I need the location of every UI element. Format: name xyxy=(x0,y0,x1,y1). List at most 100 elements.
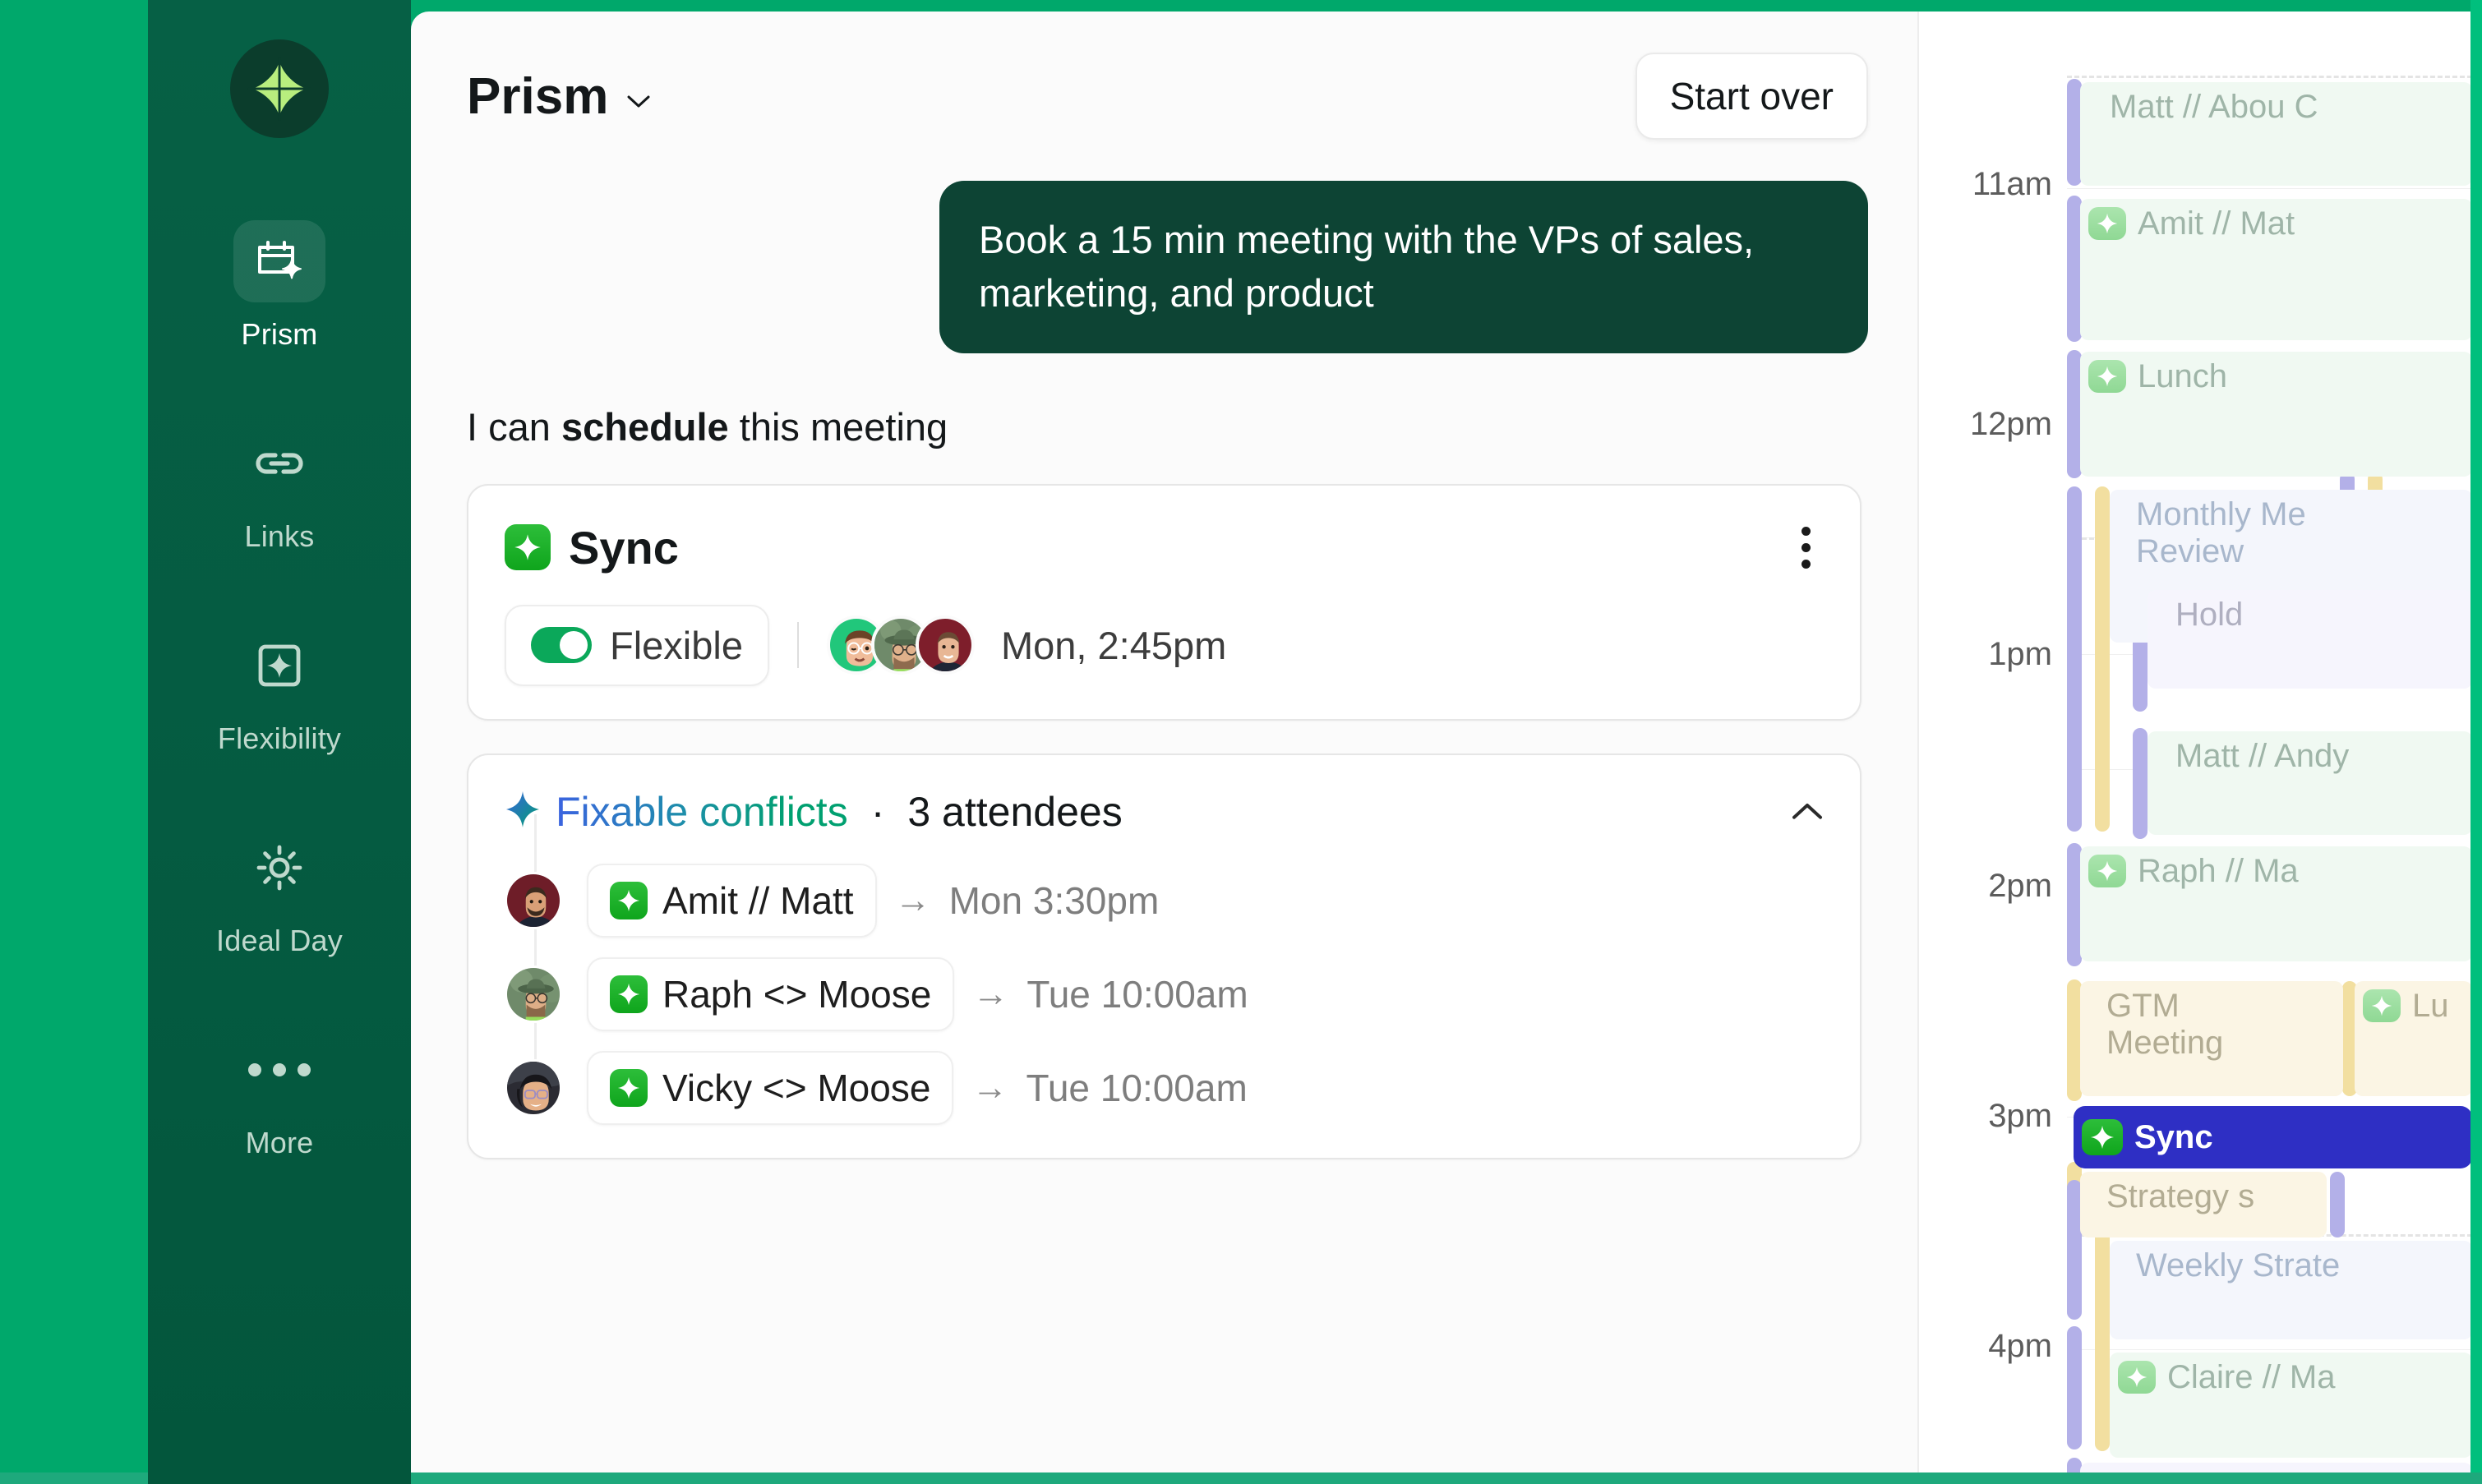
calendar-event-title: Monthly Me Review xyxy=(2136,496,2306,569)
user-message-row: Book a 15 min meeting with the VPs of sa… xyxy=(411,140,1917,353)
meeting-card-header: Sync xyxy=(505,518,1824,577)
list-item[interactable]: Vicky <> Moose → Tue 10:00am xyxy=(505,1050,1824,1125)
calendar-event-title: Matt // Abou C xyxy=(2110,89,2318,125)
meeting-card[interactable]: Sync Flexible Mon, 2:45pm xyxy=(467,483,1862,721)
avatar-vicky xyxy=(507,1061,560,1114)
chevron-down-icon[interactable] xyxy=(626,94,651,108)
link-chain-icon xyxy=(256,453,303,474)
sidebar-icon-wrap-links xyxy=(233,422,325,505)
sparkle-glyph xyxy=(2371,995,2392,1016)
page-title: Prism xyxy=(467,67,609,125)
time-label: 12pm xyxy=(1969,406,2052,442)
flexible-toggle[interactable]: Flexible xyxy=(505,604,769,686)
prism-sparkle-icon xyxy=(2088,360,2126,393)
assistant-message-emphasis: schedule xyxy=(561,404,729,449)
calendar-event[interactable]: Weekly Strate xyxy=(2110,1241,2470,1339)
workspace-switcher[interactable]: Prism xyxy=(467,67,651,126)
prism-sparkle-logo-icon xyxy=(247,57,311,121)
sidebar-icon-wrap-ideal-day xyxy=(233,827,325,909)
sidebar-item-more[interactable]: More xyxy=(148,1029,411,1160)
sparkle-glyph xyxy=(617,983,640,1005)
calendar-grid: Matt // Abou C Amit // Mat Lunch Monthly… xyxy=(2067,12,2470,1472)
prism-sparkle-icon xyxy=(2082,1119,2123,1155)
calendar-event-title: Hold xyxy=(2175,597,2244,633)
calendar-event-title: GTM Meeting xyxy=(2106,988,2224,1061)
calendar-event-title: Raph // Ma xyxy=(2138,853,2299,889)
meeting-time: Mon, 2:45pm xyxy=(1000,623,1227,667)
calendar-event-title: Lu xyxy=(2412,988,2449,1024)
calendar-event[interactable]: Hold xyxy=(2080,1463,2470,1472)
conflict-event-chip[interactable]: Vicky <> Moose xyxy=(587,1050,954,1125)
time-label: 4pm xyxy=(1988,1328,2052,1364)
event-accent-strip xyxy=(2067,1326,2082,1449)
assistant-message-suffix: this meeting xyxy=(728,404,948,449)
calendar-event-selected[interactable]: Sync xyxy=(2074,1106,2470,1168)
calendar-event[interactable]: Matt // Abou C xyxy=(2080,82,2470,186)
time-label: 11am xyxy=(1972,166,2052,202)
conflict-new-time: Tue 10:00am xyxy=(1026,972,1248,1016)
time-label: 1pm xyxy=(1988,636,2052,672)
sidebar-item-label: More xyxy=(245,1126,314,1159)
attendee-count-label: 3 attendees xyxy=(907,788,1123,835)
sidebar-item-prism[interactable]: Prism xyxy=(148,220,411,352)
sparkle-glyph xyxy=(2097,213,2118,234)
sidebar-item-links[interactable]: Links xyxy=(148,422,411,554)
start-over-button[interactable]: Start over xyxy=(1635,53,1868,140)
square-sparkle-icon xyxy=(258,644,301,687)
sparkle-glyph xyxy=(2097,366,2118,387)
calendar-event[interactable]: Matt // Andy xyxy=(2148,731,2470,835)
chevron-up-icon[interactable] xyxy=(1791,802,1824,822)
event-accent-strip xyxy=(2330,1172,2345,1237)
arrow-right-icon: → xyxy=(971,1067,1008,1108)
sidebar-item-flexibility[interactable]: Flexibility xyxy=(148,624,411,756)
sidebar-item-ideal-day[interactable]: Ideal Day xyxy=(148,827,411,958)
prism-sparkle-icon xyxy=(2363,989,2401,1022)
sun-icon xyxy=(256,845,302,891)
calendar-event-title: Weekly Strate xyxy=(2136,1247,2341,1284)
conflict-event-label: Amit // Matt xyxy=(662,878,854,922)
calendar-event-title: Sync xyxy=(2134,1118,2213,1155)
toggle-switch[interactable] xyxy=(531,627,592,664)
sparkle-glyph xyxy=(617,889,640,911)
chat-header: Prism Start over xyxy=(411,12,1917,140)
chat-panel: Prism Start over Book a 15 min meeting w… xyxy=(411,12,1917,1472)
conflicts-header[interactable]: Fixable conflicts · 3 attendees xyxy=(505,788,1824,836)
calendar-event[interactable]: Strategy s xyxy=(2080,1172,2327,1237)
kebab-menu-icon[interactable] xyxy=(1788,518,1824,577)
calendar-event[interactable]: GTM Meeting xyxy=(2080,981,2343,1096)
calendar-event[interactable]: Raph // Ma xyxy=(2080,846,2470,961)
calendar-inner: 11am 12pm 1pm 2pm 3pm 4pm Matt // Abou C… xyxy=(1919,12,2470,1472)
user-message-bubble: Book a 15 min meeting with the VPs of sa… xyxy=(939,181,1868,353)
list-item[interactable]: Raph <> Moose → Tue 10:00am xyxy=(505,956,1824,1031)
avatar-photo-red xyxy=(918,619,971,672)
conflict-new-time: Mon 3:30pm xyxy=(948,878,1160,922)
sparkle-glyph xyxy=(2097,860,2118,882)
prism-sparkle-icon xyxy=(610,975,648,1013)
calendar-event-title: Amit // Mat xyxy=(2138,205,2295,242)
time-label: 3pm xyxy=(1988,1098,2052,1134)
sparkle-glyph xyxy=(2091,1126,2114,1149)
conflicts-card[interactable]: Fixable conflicts · 3 attendees Amit // … xyxy=(467,753,1862,1159)
conflict-event-label: Raph <> Moose xyxy=(662,972,932,1016)
sidebar-icon-wrap-more xyxy=(233,1029,325,1111)
calendar-event[interactable]: Claire // Ma xyxy=(2110,1353,2470,1458)
calendar-panel: 11am 12pm 1pm 2pm 3pm 4pm Matt // Abou C… xyxy=(1917,12,2470,1472)
list-item[interactable]: Amit // Matt → Mon 3:30pm xyxy=(505,863,1824,938)
calendar-event[interactable]: Lu xyxy=(2355,981,2470,1096)
app-logo xyxy=(230,39,329,138)
conflict-event-chip[interactable]: Raph <> Moose xyxy=(587,956,955,1031)
conflicts-header-left: Fixable conflicts · 3 attendees xyxy=(505,788,1123,836)
calendar-event[interactable]: Amit // Mat xyxy=(2080,199,2470,340)
sidebar-icon-wrap-flexibility xyxy=(233,624,325,707)
prism-sparkle-icon xyxy=(2088,855,2126,887)
sparkle-glyph xyxy=(514,534,541,560)
sparkle-glyph xyxy=(2126,1366,2148,1388)
attendee-avatars[interactable] xyxy=(826,615,975,675)
meeting-title: Sync xyxy=(569,521,679,574)
sidebar-icon-wrap-prism xyxy=(233,220,325,302)
calendar-event[interactable]: Hold xyxy=(2148,590,2470,689)
conflicts-list: Amit // Matt → Mon 3:30pm Raph <> Moose … xyxy=(505,813,1824,1125)
conflict-event-chip[interactable]: Amit // Matt xyxy=(587,863,877,938)
calendar-event[interactable]: Lunch xyxy=(2080,352,2470,477)
avatar xyxy=(505,871,562,929)
